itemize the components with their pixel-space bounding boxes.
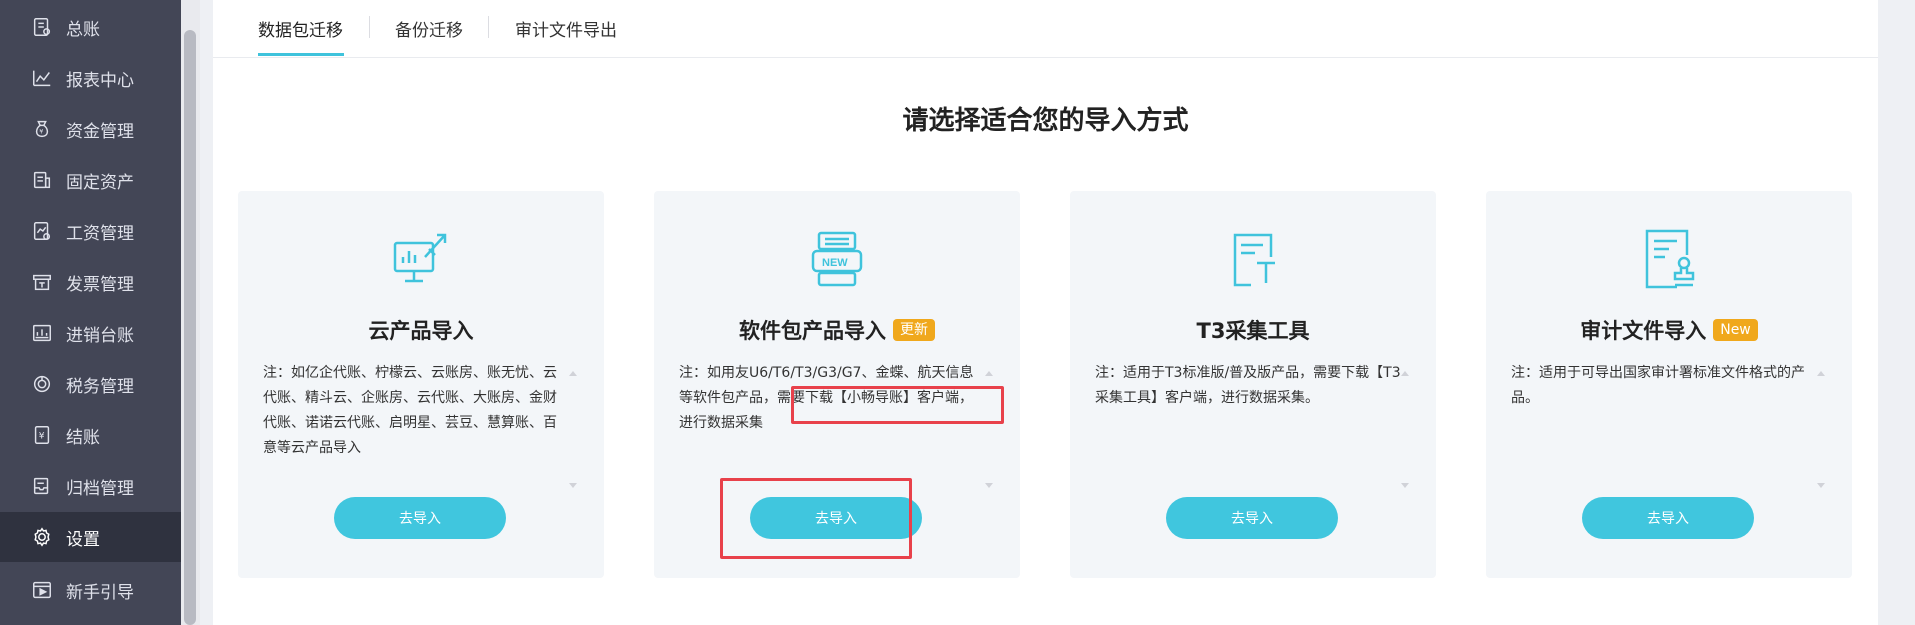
import-card-audit-file: 审计文件导入 New 注：适用于可导出国家审计署标准文件格式的产品。 去导入: [1486, 191, 1852, 578]
page-title: 请选择适合您的导入方式: [902, 106, 1189, 136]
sidebar-item-archive[interactable]: 归档管理: [0, 461, 181, 511]
sidebar-item-label: 税务管理: [66, 376, 134, 397]
ledger-icon: [30, 15, 54, 39]
import-card-cloud: 云产品导入 注：如亿企代账、柠檬云、云账房、账无忧、云代账、精斗云、企账房、云代…: [238, 191, 604, 578]
sidebar-item-inventory[interactable]: 进销台账: [0, 308, 181, 358]
sidebar-item-label: 固定资产: [66, 172, 134, 193]
scroll-down-icon[interactable]: [985, 483, 993, 488]
sidebar-item-label: 报表中心: [66, 70, 134, 91]
sidebar-item-label: 总账: [66, 19, 100, 40]
money-bag-icon: ¥: [30, 117, 54, 141]
card-title-text: 审计文件导入: [1580, 319, 1707, 343]
sidebar-item-label: 资金管理: [66, 121, 134, 142]
archive-icon: [30, 474, 54, 498]
go-import-button[interactable]: 去导入: [1582, 497, 1754, 539]
tab-backup-migration[interactable]: 备份迁移: [395, 0, 463, 57]
card-description: 注：适用于可导出国家审计署标准文件格式的产品。: [1511, 365, 1805, 406]
sidebar-item-reports[interactable]: 报表中心: [0, 53, 181, 103]
scroll-up-icon[interactable]: [1401, 371, 1409, 376]
highlight-box-download-note: [791, 386, 1004, 424]
scroll-up-icon[interactable]: [569, 371, 577, 376]
sidebar-item-label: 结账: [66, 427, 100, 448]
sidebar-scrollbar-thumb[interactable]: [184, 30, 196, 625]
cloud-screen-rocket-icon: [238, 227, 604, 291]
sidebar-item-settings[interactable]: 设置: [0, 512, 181, 562]
card-title: 审计文件导入 New: [1486, 313, 1852, 347]
sidebar-item-fixed-assets[interactable]: 固定资产: [0, 155, 181, 205]
active-tab-underline: [258, 53, 344, 56]
inventory-icon: [30, 321, 54, 345]
sidebar-item-funds[interactable]: ¥ 资金管理: [0, 104, 181, 154]
main-panel: 数据包迁移 备份迁移 审计文件导出 请选择适合您的导入方式 云产品导入 注：如亿…: [213, 0, 1878, 625]
card-description: 注：如亿企代账、柠檬云、云账房、账无忧、云代账、精斗云、企账房、云代账、大账房、…: [263, 365, 557, 456]
scroll-up-icon[interactable]: [985, 371, 993, 376]
invoice-icon: [30, 270, 54, 294]
tab-audit-file-export[interactable]: 审计文件导出: [515, 0, 617, 57]
sidebar-item-checkout[interactable]: ¥ 结账: [0, 410, 181, 460]
scroll-down-icon[interactable]: [1401, 483, 1409, 488]
sidebar-item-guide[interactable]: 新手引导: [0, 565, 181, 615]
right-gutter: [1878, 0, 1915, 625]
sidebar-item-ledger[interactable]: 总账: [0, 2, 181, 52]
card-title: 云产品导入: [238, 313, 604, 347]
tab-divider: [369, 16, 370, 38]
gear-icon: [30, 525, 54, 549]
sidebar-item-label: 发票管理: [66, 274, 134, 295]
go-import-button[interactable]: 去导入: [1166, 497, 1338, 539]
tax-icon: [30, 372, 54, 396]
highlight-box-import-button: [720, 478, 912, 559]
card-title-text: 云产品导入: [368, 319, 474, 343]
sidebar-item-label: 新手引导: [66, 582, 134, 603]
svg-text:NEW: NEW: [822, 257, 848, 269]
checkout-icon: ¥: [30, 423, 54, 447]
audit-file-stamp-icon: [1486, 227, 1852, 291]
guide-icon: [30, 578, 54, 602]
card-title-text: 软件包产品导入: [739, 319, 886, 343]
card-title-text: T3采集工具: [1196, 319, 1310, 343]
card-title: T3采集工具: [1070, 313, 1436, 347]
sidebar-item-invoice[interactable]: 发票管理: [0, 257, 181, 307]
card-title: 软件包产品导入 更新: [654, 313, 1020, 347]
update-badge: 更新: [893, 319, 935, 341]
sidebar-item-salary[interactable]: 工资管理: [0, 206, 181, 256]
sidebar-item-tax[interactable]: 税务管理: [0, 359, 181, 409]
scroll-up-icon[interactable]: [1817, 371, 1825, 376]
sidebar: 总账 报表中心 ¥ 资金管理 固定资产 工资管理 发票管理 进销台账 税务管理 …: [0, 0, 181, 625]
svg-text:¥: ¥: [39, 128, 43, 136]
tab-divider: [488, 16, 489, 38]
new-package-icon: NEW: [654, 227, 1020, 291]
chart-icon: [30, 66, 54, 90]
tab-data-package-migration[interactable]: 数据包迁移: [258, 0, 343, 57]
sidebar-item-label: 工资管理: [66, 223, 134, 244]
svg-text:¥: ¥: [39, 431, 45, 442]
go-import-button[interactable]: 去导入: [334, 497, 506, 539]
import-card-t3-tool: T3采集工具 注：适用于T3标准版/普及版产品，需要下载【T3采集工具】客户端，…: [1070, 191, 1436, 578]
scroll-down-icon[interactable]: [569, 483, 577, 488]
sidebar-item-label: 进销台账: [66, 325, 134, 346]
tab-bar: 数据包迁移 备份迁移 审计文件导出: [213, 0, 1878, 58]
card-description: 注：适用于T3标准版/普及版产品，需要下载【T3采集工具】客户端，进行数据采集。: [1095, 365, 1401, 406]
salary-icon: [30, 219, 54, 243]
sidebar-item-label: 归档管理: [66, 478, 134, 499]
sidebar-item-label: 设置: [66, 529, 100, 550]
scroll-down-icon[interactable]: [1817, 483, 1825, 488]
new-badge: New: [1713, 319, 1758, 341]
asset-icon: [30, 168, 54, 192]
t3-tool-icon: [1070, 227, 1436, 291]
